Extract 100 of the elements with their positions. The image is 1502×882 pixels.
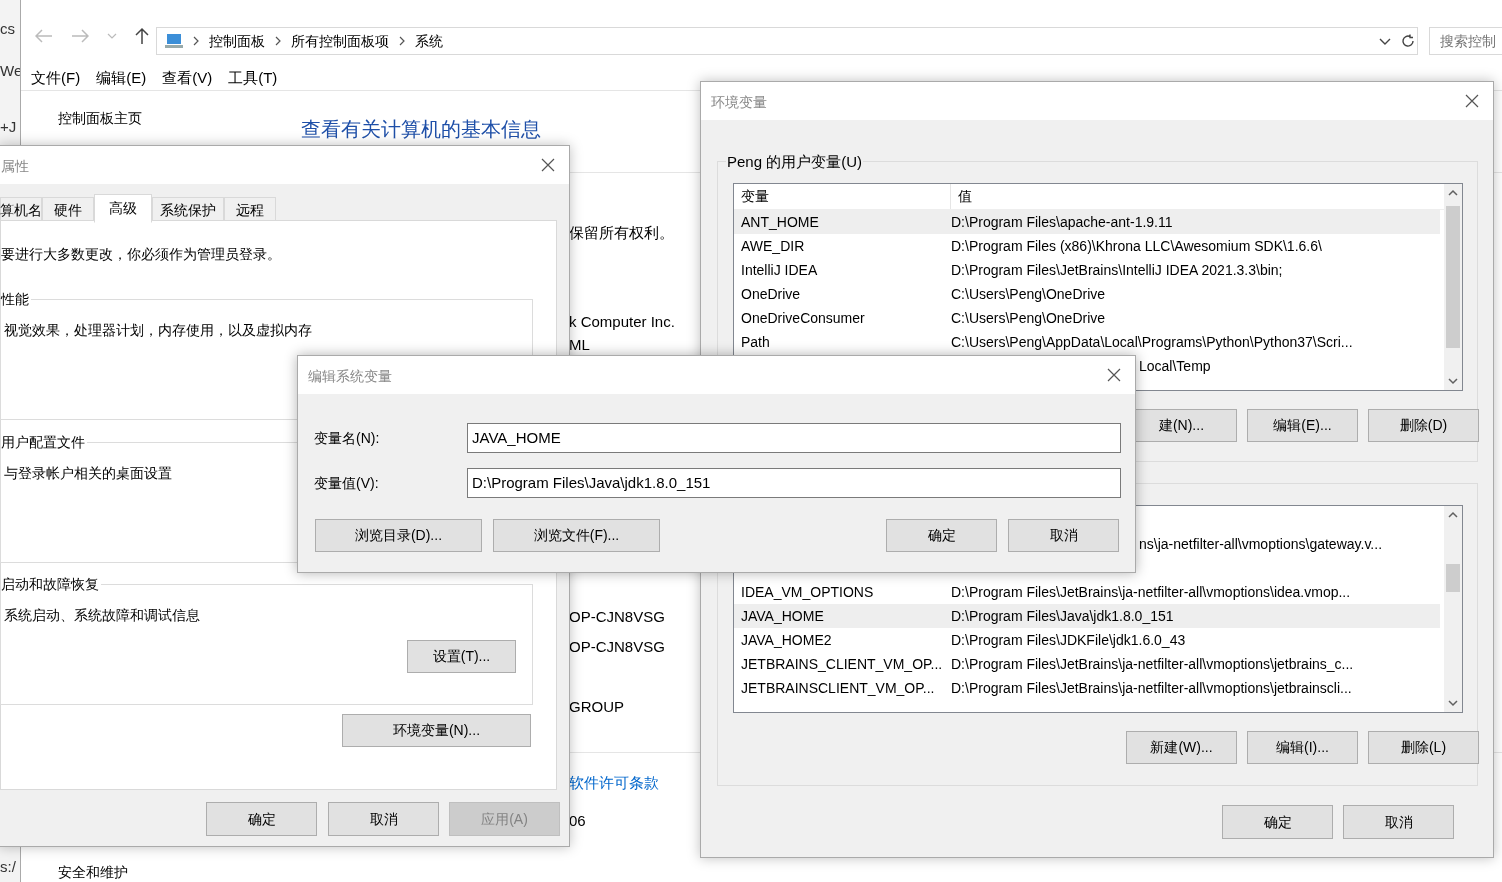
variable-value: D:\Program Files\JetBrains\IntelliJ IDEA 2021.3.3\bin; — [951, 260, 1283, 280]
breadcrumb[interactable]: 系统 — [415, 30, 443, 52]
table-row[interactable]: Path C:\Users\Peng\AppData\Local\Programs\Python\Python37\Scri... — [734, 330, 1440, 354]
dialog-button[interactable]: 确定 — [1222, 805, 1333, 839]
table-row[interactable]: JETBRAINS_CLIENT_VM_OP... D:\Program Files\JetBrains\ja-netfilter-all\vmoptions\jetbrains_c... — [734, 652, 1440, 676]
window-text: cs — [0, 19, 15, 39]
table-row[interactable]: OneDrive C:\Users\Peng\OneDrive — [734, 282, 1440, 306]
dialog-button[interactable]: 设置(T)... — [407, 640, 516, 673]
address-bar[interactable]: 控制面板 所有控制面板项 系统 — [156, 27, 1418, 55]
variable-name: JETBRAINS_CLIENT_VM_OP... — [741, 655, 943, 672]
field-label: 变量值(V): — [314, 473, 380, 493]
scroll-up-icon[interactable] — [1448, 511, 1458, 518]
variable-value: C:\Users\Peng\OneDrive — [951, 308, 1106, 328]
info-text: 06 — [569, 811, 586, 831]
variable-value: D:\Program Files (x86)\Khrona LLC\Awesomium SDK\1.6.6\ — [951, 236, 1322, 256]
dialog-button[interactable]: 确定 — [886, 519, 997, 552]
variable-value: D:\Program Files\JDKFile\jdk1.6.0_43 — [951, 630, 1186, 650]
breadcrumb[interactable]: 所有控制面板项 — [291, 30, 389, 52]
dialog-button[interactable]: 取消 — [1343, 805, 1454, 839]
variable-name: OneDriveConsumer — [741, 309, 865, 326]
group-description: 视觉效果，处理器计划，内存使用，以及虚拟内存 — [4, 321, 312, 340]
tab[interactable]: 算机名 — [0, 197, 42, 223]
page-heading: 查看有关计算机的基本信息 — [301, 117, 541, 142]
menu-item[interactable]: 查看(V) — [162, 67, 213, 90]
field-label: 变量名(N): — [314, 428, 381, 448]
chevron-icon — [275, 36, 281, 46]
window-text: s:/ — [0, 857, 16, 877]
variable-value: C:\Users\Peng\AppData\Local\Programs\Python\Python37\Scri... — [951, 332, 1353, 352]
info-text: ML — [569, 336, 590, 353]
tab[interactable]: 高级 — [94, 194, 152, 223]
scroll-down-icon[interactable] — [1448, 378, 1458, 385]
info-text: GROUP — [569, 697, 624, 717]
tab[interactable]: 系统保护 — [152, 197, 224, 223]
dialog-button[interactable]: 新建(W)... — [1126, 731, 1237, 764]
menu-item[interactable]: 工具(T) — [228, 67, 278, 90]
scroll-thumb[interactable] — [1446, 206, 1460, 348]
dialog-button[interactable]: 确定 — [206, 802, 317, 836]
chevron-icon — [193, 36, 199, 46]
license-link[interactable]: 软件许可条款 — [569, 772, 659, 795]
search-field[interactable]: 搜索控制 — [1429, 27, 1502, 55]
dialog-button[interactable]: 编辑(E)... — [1247, 409, 1358, 442]
up-icon[interactable] — [135, 27, 149, 45]
variable-value: C:\Users\Peng\OneDrive — [951, 284, 1106, 304]
variable-value: D:\Program Files\JetBrains\ja-netfilter-all\vmoptions\jetbrainscli... — [951, 678, 1352, 698]
table-row[interactable]: JETBRAINSCLIENT_VM_OP... D:\Program Files\JetBrains\ja-netfilter-all\vmoptions\jetbrainscli... — [734, 676, 1440, 700]
menu-item[interactable]: 编辑(E) — [96, 67, 147, 90]
table-row[interactable]: ANT_HOME D:\Program Files\apache-ant-1.9.11 — [734, 210, 1440, 234]
close-icon[interactable] — [541, 158, 555, 172]
variable-name: JAVA_HOME — [741, 607, 824, 624]
dialog-button[interactable]: 浏览文件(F)... — [493, 519, 660, 552]
dialog-button[interactable]: 删除(D) — [1368, 409, 1479, 442]
table-row[interactable]: IntelliJ IDEA D:\Program Files\JetBrains\IntelliJ IDEA 2021.3.3\bin; — [734, 258, 1440, 282]
tab[interactable]: 硬件 — [42, 197, 94, 223]
refresh-icon[interactable] — [1401, 34, 1415, 48]
variable-value: D:\Program Files\JetBrains\ja-netfilter-all\vmoptions\jetbrains_c... — [951, 654, 1354, 674]
dialog-button[interactable]: 浏览目录(D)... — [315, 519, 482, 552]
scrollbar[interactable] — [1444, 184, 1462, 390]
variable-name: ANT_HOME — [741, 213, 819, 230]
menu-item[interactable]: 文件(F) — [31, 67, 81, 90]
dialog-button[interactable]: 取消 — [1008, 519, 1119, 552]
sidebar-link[interactable]: 控制面板主页 — [58, 108, 142, 129]
variable-name: OneDrive — [741, 285, 801, 302]
input-field[interactable]: JAVA_HOME — [467, 423, 1121, 453]
dialog-title: 编辑系统变量 — [308, 367, 392, 386]
breadcrumb[interactable]: 控制面板 — [209, 30, 265, 52]
window-text: +J — [0, 117, 17, 137]
variable-name: AWE_DIR — [741, 237, 805, 254]
variable-name: JAVA_HOME2 — [741, 631, 832, 648]
chevron-icon — [399, 36, 405, 46]
variable-name: JETBRAINSCLIENT_VM_OP... — [741, 679, 935, 696]
dialog-button[interactable]: 删除(L) — [1368, 731, 1479, 764]
column-header[interactable]: 值 — [951, 184, 972, 209]
dropdown-icon[interactable] — [1379, 37, 1391, 45]
input-field[interactable]: D:\Program Files\Java\jdk1.8.0_151 — [467, 468, 1121, 498]
dialog-button[interactable]: 编辑(I)... — [1247, 731, 1358, 764]
dialog-button[interactable]: 取消 — [328, 802, 439, 836]
info-text: 保留所有权利。 — [569, 223, 674, 243]
table-row[interactable]: IDEA_VM_OPTIONS D:\Program Files\JetBrains\ja-netfilter-all\vmoptions\idea.vmop... — [734, 580, 1440, 604]
table-row[interactable]: JAVA_HOME2 D:\Program Files\JDKFile\jdk1.6.0_43 — [734, 628, 1440, 652]
tab[interactable]: 远程 — [224, 197, 276, 223]
scroll-thumb[interactable] — [1446, 564, 1460, 592]
scroll-down-icon[interactable] — [1448, 700, 1458, 707]
scroll-up-icon[interactable] — [1448, 189, 1458, 196]
group-description: 系统启动、系统故障和调试信息 — [4, 606, 200, 625]
table-row[interactable]: OneDriveConsumer C:\Users\Peng\OneDrive — [734, 306, 1440, 330]
info-text: OP-CJN8VSG — [569, 637, 665, 657]
scrollbar[interactable] — [1444, 506, 1462, 712]
table-row[interactable]: JAVA_HOME D:\Program Files\Java\jdk1.8.0_151 — [734, 604, 1440, 628]
close-icon[interactable] — [1107, 368, 1121, 382]
variable-value: D:\Program Files\JetBrains\ja-netfilter-all\vmoptions\idea.vmop... — [951, 582, 1351, 602]
column-header[interactable]: 变量 — [734, 184, 951, 209]
close-icon[interactable] — [1465, 94, 1479, 108]
table-row[interactable]: AWE_DIR D:\Program Files (x86)\Khrona LLC\Awesomium SDK\1.6.6\ — [734, 234, 1440, 258]
admin-notice: 要进行大多数更改，你必须作为管理员登录。 — [1, 245, 281, 264]
variable-name: IDEA_VM_OPTIONS — [741, 583, 874, 600]
variable-value: D:\Program Files\apache-ant-1.9.11 — [951, 212, 1173, 232]
dialog-button[interactable]: 环境变量(N)... — [342, 714, 531, 747]
variable-name: IntelliJ IDEA — [741, 261, 818, 278]
sidebar-link[interactable]: 安全和维护 — [58, 862, 128, 882]
computer-icon — [165, 33, 183, 49]
